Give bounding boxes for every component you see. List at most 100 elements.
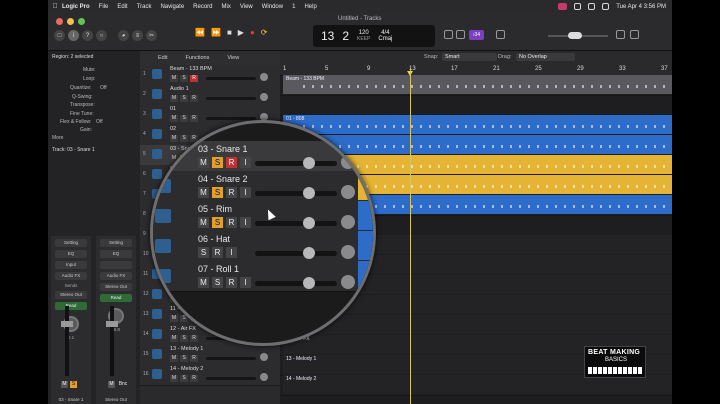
mag-volume-slider[interactable] [255,281,337,286]
output-automation-mode[interactable]: Read [100,294,132,302]
snap-select[interactable]: Smart [442,53,497,61]
region-header[interactable]: Region: 2 selected [52,54,93,60]
mag-volume-knob[interactable] [303,277,315,289]
menu-navigate[interactable]: Navigate [160,4,184,10]
track-header-row[interactable]: 16 14 - Melody 2 MSR [140,365,280,386]
menu-app-name[interactable]: Logic Pro [62,4,90,10]
note-pads-icon[interactable] [456,30,465,39]
magnified-track-row[interactable]: 07 - Roll 1 MSRI [153,261,373,292]
record-enable-button[interactable]: R [190,355,198,362]
forward-button[interactable]: ⏩ [211,28,221,37]
edit-menu[interactable]: Edit [158,55,167,61]
mag-record-button[interactable]: R [226,217,237,228]
mag-record-button[interactable]: R [226,187,237,198]
track-volume-slider[interactable] [206,77,256,80]
search-icon[interactable] [602,3,610,10]
quick-help-button[interactable]: ? [82,30,93,41]
count-in-badge[interactable]: ›34 [469,30,484,40]
track-lane[interactable] [280,95,672,116]
track-name[interactable]: 13 - Melody 1 [170,346,203,352]
drag-select[interactable]: No Overlap [516,53,575,61]
list-editors-icon[interactable] [444,30,453,39]
mag-volume-knob[interactable] [303,187,315,199]
channel-automation-mode[interactable]: Read [55,302,87,310]
record-enable-button[interactable]: R [190,375,198,382]
magnified-track-row[interactable]: 06 - Hat S R I [153,231,373,262]
param-flex-value[interactable]: Off [96,119,103,125]
recording-status-icon[interactable] [558,3,568,10]
track-header[interactable]: Track: 03 - Snare 1 [52,147,95,153]
channel-setting-slot[interactable]: Setting [55,239,87,247]
mag-solo-button[interactable]: S [212,217,223,228]
track-name[interactable]: Beam - 133 BPM [170,66,212,72]
audio-region[interactable]: Beam - 133 BPM [283,75,672,94]
mag-mute-button[interactable]: M [198,277,209,288]
solo-button[interactable]: S [180,95,188,102]
mag-input-monitor-button[interactable]: I [226,247,237,258]
channel-output-slot[interactable]: Stereo Out [55,291,87,299]
mute-button[interactable]: M [170,315,178,322]
mute-button[interactable]: M [170,115,178,122]
mag-volume-knob[interactable] [303,157,315,169]
solo-button[interactable]: S [180,375,188,382]
solo-button[interactable]: S [180,115,188,122]
menu-1[interactable]: 1 [292,4,295,10]
mag-track-name[interactable]: 07 - Roll 1 [198,264,239,274]
channel-eq-slot[interactable]: EQ [55,250,87,258]
output-bounce-label[interactable]: Bnc [117,381,129,388]
track-lane[interactable]: Beam - 133 BPM [280,75,672,96]
output-eq-slot[interactable]: EQ [100,250,132,258]
audio-region[interactable]: 01 - 808 [283,115,672,134]
mute-button[interactable]: M [170,355,178,362]
editors-button[interactable]: ✂ [146,30,157,41]
track-name[interactable]: Audio 1 [170,86,189,92]
menu-view[interactable]: View [240,4,253,10]
mag-input-monitor-button[interactable]: I [240,157,251,168]
mute-button[interactable]: M [170,95,178,102]
mute-button[interactable]: M [170,75,178,82]
track-header-row[interactable]: 15 13 - Melody 1 MSR [140,345,280,366]
magnified-track-row[interactable]: 03 - Snare 1 MSRI [153,141,373,172]
mag-input-monitor-button[interactable]: I [240,217,251,228]
record-enable-button[interactable]: R [190,95,198,102]
loop-browser-icon[interactable] [616,30,625,39]
mag-volume-slider[interactable] [255,161,337,166]
solo-button[interactable]: S [180,75,188,82]
mag-solo-button[interactable]: S [212,187,223,198]
output-empty-slot[interactable] [100,261,132,269]
mag-pan-knob[interactable] [341,245,355,259]
mag-input-monitor-button[interactable]: I [240,277,251,288]
channel-solo-button[interactable]: S [70,381,77,388]
menu-file[interactable]: File [99,4,109,10]
track-pan-knob[interactable] [260,73,268,81]
mag-track-name[interactable]: 03 - Snare 1 [198,144,248,154]
track-lane[interactable]: 11 - Fall [280,315,672,336]
ruler[interactable]: Snap: Smart Drag: No Overlap 1 5 9 13 17 21 25… [280,51,672,76]
track-volume-slider[interactable] [206,377,256,380]
mag-mute-button[interactable]: M [198,217,209,228]
lcd-display[interactable]: 13 2 120 KEEP 4/4 Cmaj [313,25,435,47]
track-lane[interactable]: 01 - 808 [280,115,672,136]
track-volume-slider[interactable] [206,357,256,360]
zoom-window-button[interactable] [78,18,85,25]
smart-controls-button[interactable]: ◕ [118,30,129,41]
menu-edit[interactable]: Edit [117,4,127,10]
mute-button[interactable]: M [170,335,178,342]
track-name[interactable]: 02 [170,126,176,132]
mag-volume-slider[interactable] [255,221,337,226]
track-name[interactable]: 12 - Air FX [170,326,196,332]
track-name[interactable]: 01 [170,106,176,112]
output-output-slot[interactable]: Stereo Out [100,283,132,291]
wifi-icon[interactable] [588,3,596,10]
rewind-button[interactable]: ⏪ [195,28,205,37]
minimize-window-button[interactable] [67,18,74,25]
mag-pan-knob[interactable] [341,155,355,169]
menu-mix[interactable]: Mix [222,4,231,10]
mag-volume-slider[interactable] [255,251,337,256]
menu-record[interactable]: Record [193,4,212,10]
mag-volume-knob[interactable] [303,217,315,229]
mag-pan-knob[interactable] [341,275,355,289]
master-volume-knob[interactable] [568,32,582,39]
mag-region[interactable] [358,231,373,260]
stop-button[interactable]: ■ [227,28,232,37]
